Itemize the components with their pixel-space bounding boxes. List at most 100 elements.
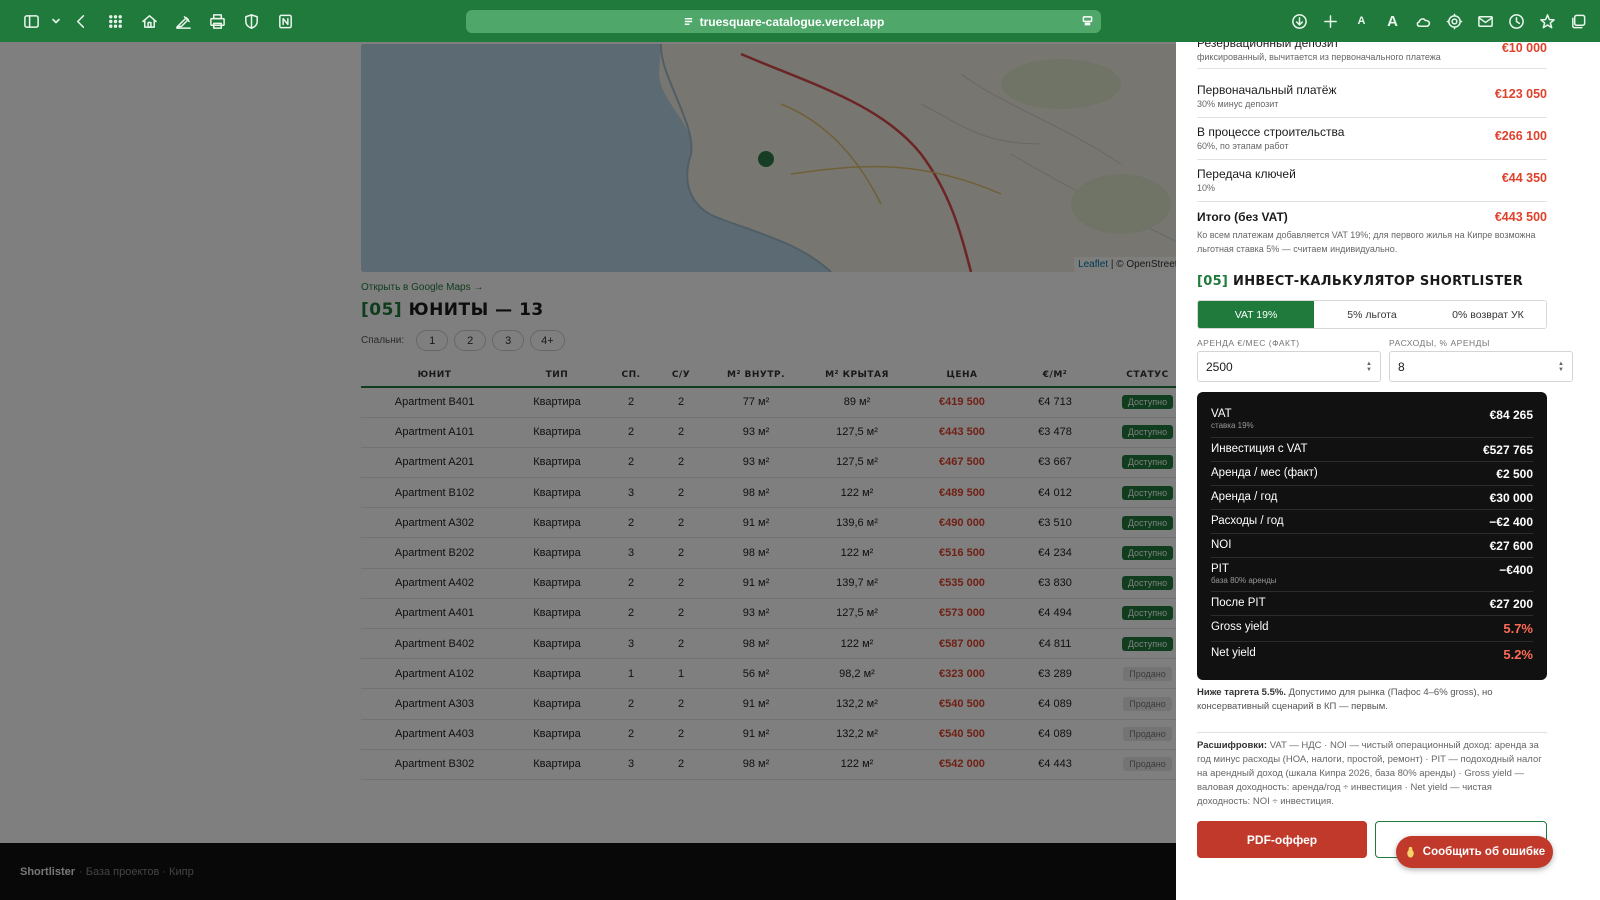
chevron-down-icon[interactable]: [48, 7, 64, 35]
result-value: €527 765: [1482, 443, 1533, 457]
result-label: NOI: [1211, 539, 1232, 551]
rent-value: 2500: [1206, 359, 1233, 374]
result-rent-year: Аренда / год €30 000: [1211, 486, 1533, 510]
expenses-value: 8: [1398, 359, 1405, 374]
result-value: −€2 400: [1489, 515, 1533, 529]
mail-icon[interactable]: [1470, 7, 1501, 35]
pdf-offer-button[interactable]: PDF-оффер: [1197, 821, 1367, 858]
bug-icon: [1407, 846, 1414, 858]
vat-option-0[interactable]: 0% возврат УК: [1430, 301, 1546, 328]
yield-warning: Ниже таргета 5.5%. Допустимо для рынка (…: [1197, 686, 1547, 714]
result-value: 5.7%: [1503, 621, 1533, 636]
payment-row-construction: В процессе строительства 60%, по этапам …: [1197, 118, 1547, 160]
report-error-label: Сообщить об ошибке: [1422, 846, 1546, 858]
font-smaller-icon[interactable]: A: [1346, 7, 1377, 35]
glossary-title: Расшифровки:: [1197, 740, 1268, 751]
notion-icon[interactable]: [268, 7, 302, 35]
stepper-icon[interactable]: ▲ ▼: [1558, 361, 1564, 373]
vat-note: Ко всем платежам добавляется VAT 19%; дл…: [1197, 230, 1536, 254]
url-text: truesquare-catalogue.vercel.app: [699, 14, 885, 29]
modal-backdrop[interactable]: [0, 42, 1176, 900]
result-value: 5.2%: [1503, 647, 1533, 662]
result-label: Инвестиция с VAT: [1211, 443, 1308, 455]
vat-option-5[interactable]: 5% льгота: [1314, 301, 1430, 328]
download-icon[interactable]: [1284, 7, 1315, 35]
result-label: Gross yield: [1211, 621, 1269, 633]
page-settings-icon: [684, 18, 692, 25]
result-note: база 80% аренды: [1211, 576, 1277, 585]
result-net-yield: Net yield 5.2%: [1211, 642, 1533, 668]
browser-toolbar: truesquare-catalogue.vercel.app A A: [0, 0, 1600, 42]
result-value: €27 600: [1489, 539, 1533, 553]
calculator-results: VAT ставка 19% €84 265 Инвестиция с VAT €…: [1197, 392, 1547, 680]
unit-detail-drawer: Резервационный депозит фиксированный, вы…: [1176, 42, 1600, 900]
cloud-icon[interactable]: [1408, 7, 1439, 35]
result-investment: Инвестиция с VAT €527 765: [1211, 438, 1533, 462]
payment-value: €10 000: [1501, 42, 1547, 55]
payment-name: Резервационный депозит: [1197, 42, 1340, 50]
payment-total-label: Итого (без VAT): [1197, 210, 1288, 224]
expenses-label: РАСХОДЫ, % АРЕНДЫ: [1389, 338, 1490, 348]
result-value: €84 265: [1489, 408, 1533, 422]
result-value: −€400: [1499, 563, 1533, 577]
result-value: €27 200: [1489, 597, 1533, 611]
vat-option-19[interactable]: VAT 19%: [1198, 301, 1314, 328]
sidebar-toggle-icon[interactable]: [14, 7, 48, 35]
result-label: Аренда / год: [1211, 491, 1278, 503]
result-label: VAT: [1211, 408, 1232, 420]
calculator-section-number: [05]: [1197, 274, 1229, 289]
result-pit: PIT база 80% аренды −€400: [1211, 558, 1533, 592]
calculator-title: [05] ИНВЕСТ-КАЛЬКУЛЯТОР SHORTLISTER: [1197, 274, 1523, 289]
grid-apps-icon[interactable]: [98, 7, 132, 35]
stepper-icon[interactable]: ▲ ▼: [1366, 361, 1372, 373]
payment-value: €266 100: [1494, 129, 1547, 143]
report-error-button[interactable]: Сообщить об ошибке: [1396, 836, 1553, 868]
result-expenses-year: Расходы / год −€2 400: [1211, 510, 1533, 534]
calculator-section-label: ИНВЕСТ-КАЛЬКУЛЯТОР SHORTLISTER: [1233, 274, 1524, 289]
gear-icon[interactable]: [1439, 7, 1470, 35]
payment-row-deposit: Резервационный депозит фиксированный, вы…: [1197, 42, 1547, 69]
result-note: ставка 19%: [1211, 421, 1254, 430]
result-label: PIT: [1211, 563, 1229, 575]
print-icon[interactable]: [200, 7, 234, 35]
result-vat: VAT ставка 19% €84 265: [1211, 400, 1533, 438]
rent-input[interactable]: 2500 ▲ ▼: [1197, 351, 1381, 382]
rent-label: АРЕНДА €/МЕС (ФАКТ): [1197, 338, 1300, 348]
tabs-overview-icon[interactable]: [1563, 7, 1594, 35]
payment-note: 60%, по этапам работ: [1197, 141, 1289, 151]
result-value: €30 000: [1489, 491, 1533, 505]
payment-note: 10%: [1197, 183, 1216, 193]
reader-mode-icon[interactable]: [1082, 15, 1093, 26]
highlighter-icon[interactable]: [166, 7, 200, 35]
shield-icon[interactable]: [234, 7, 268, 35]
expenses-input[interactable]: 8 ▲ ▼: [1389, 351, 1573, 382]
result-label: Аренда / мес (факт): [1211, 467, 1318, 479]
back-icon[interactable]: [64, 7, 98, 35]
payment-name: Передача ключей: [1197, 167, 1296, 181]
result-after-pit: После PIT €27 200: [1211, 592, 1533, 616]
star-icon[interactable]: [1532, 7, 1563, 35]
result-noi: NOI €27 600: [1211, 534, 1533, 558]
history-icon[interactable]: [1501, 7, 1532, 35]
home-icon[interactable]: [132, 7, 166, 35]
yield-warning-title: Ниже таргета 5.5%.: [1197, 687, 1286, 698]
glossary-note: Расшифровки: VAT — НДС · NOI — чистый оп…: [1197, 732, 1547, 809]
result-label: Net yield: [1211, 647, 1256, 659]
result-rent-month: Аренда / мес (факт) €2 500: [1211, 462, 1533, 486]
result-gross-yield: Gross yield 5.7%: [1211, 616, 1533, 642]
payment-row-down-payment: Первоначальный платёж 30% минус депозит …: [1197, 76, 1547, 118]
address-bar[interactable]: truesquare-catalogue.vercel.app: [466, 10, 1101, 33]
result-value: €2 500: [1496, 467, 1533, 481]
font-larger-icon[interactable]: A: [1377, 7, 1408, 35]
payment-value: €123 050: [1494, 87, 1547, 101]
payment-name: Первоначальный платёж: [1197, 83, 1337, 97]
vat-mode-selector: VAT 19% 5% льгота 0% возврат УК: [1197, 300, 1547, 329]
payment-value: €44 350: [1501, 171, 1547, 185]
result-label: Расходы / год: [1211, 515, 1284, 527]
new-tab-icon[interactable]: [1315, 7, 1346, 35]
result-label: После PIT: [1211, 597, 1266, 609]
payment-row-key-handover: Передача ключей 10% €44 350: [1197, 160, 1547, 202]
payment-total-value: €443 500: [1494, 210, 1547, 224]
payment-note: фиксированный, вычитается из первоначаль…: [1197, 52, 1441, 62]
payment-note: 30% минус депозит: [1197, 99, 1279, 109]
